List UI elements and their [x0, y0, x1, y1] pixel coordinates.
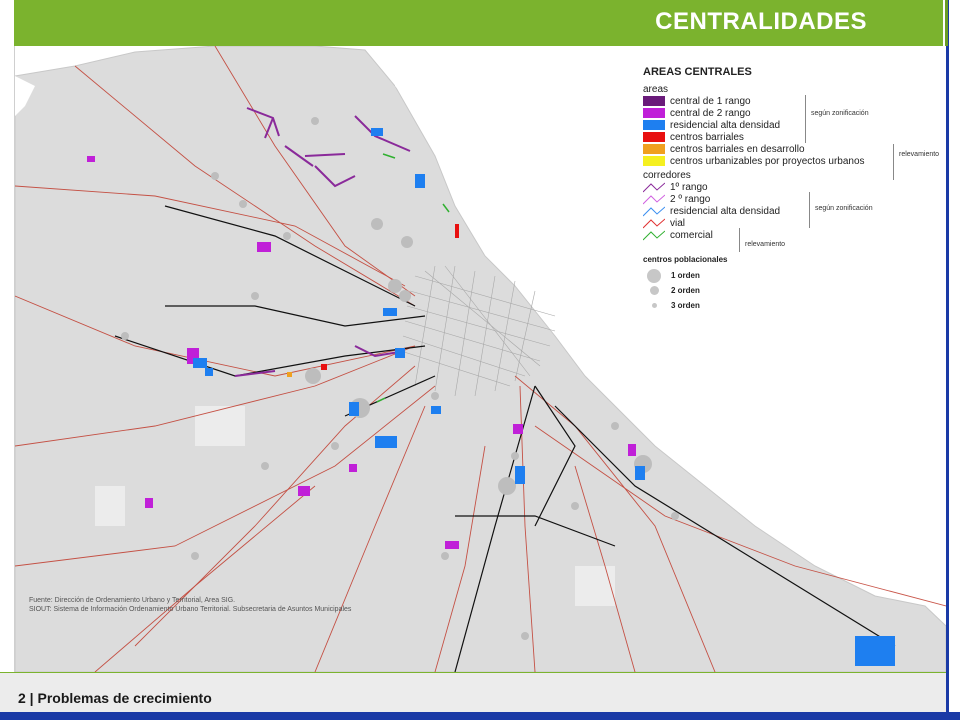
bottom-strip: [0, 712, 960, 720]
corridor-line-icon: [643, 206, 665, 216]
swatch: [643, 132, 665, 142]
pop-dot-icon: [647, 268, 661, 283]
note-zonificacion-2: según zonificación: [815, 205, 873, 212]
corridor-line-icon: [643, 230, 665, 240]
legend-corredores-title: corredores: [643, 170, 691, 181]
legend-corridor-label: comercial: [670, 229, 713, 241]
legend-block: AREAS CENTRALES areas central de 1 rango…: [643, 66, 865, 313]
pop-dot-icon: [650, 286, 659, 295]
swatch: [643, 120, 665, 130]
bracket: [739, 228, 740, 252]
map-gap: [575, 566, 615, 606]
legend-area-label: centros barriales: [670, 131, 744, 143]
legend-area-label: central de 2 rango: [670, 107, 751, 119]
map-gap: [95, 486, 125, 526]
swatch: [643, 144, 665, 154]
swatch: [643, 96, 665, 106]
swatch: [643, 156, 665, 166]
pop-dot-icon: [652, 303, 657, 308]
source-line-2: SIOUT: Sistema de Información Ordenamien…: [29, 606, 352, 613]
legend-corridor-row: vial: [643, 217, 865, 229]
title-edge: [945, 0, 948, 46]
legend-area-row: centros barriales: [643, 131, 865, 143]
legend-corridor-label: vial: [670, 217, 686, 229]
legend-area-label: centros urbanizables por proyectos urban…: [670, 155, 865, 167]
bracket: [805, 95, 806, 143]
legend-corridor-row: 2 º rango: [643, 193, 865, 205]
legend-pop-label: 3 orden: [671, 301, 700, 310]
legend-corridor-row: 1º rango: [643, 181, 865, 193]
legend-area-row: centros urbanizables por proyectos urban…: [643, 155, 865, 167]
bracket: [893, 144, 894, 180]
note-relevamiento: relevamiento: [899, 151, 940, 158]
footer-label: 2 | Problemas de crecimiento: [18, 690, 212, 706]
legend-title: AREAS CENTRALES: [643, 66, 752, 78]
legend-poblacionales-title: centros poblacionales: [643, 255, 728, 264]
legend-corridor-label: 2 º rango: [670, 193, 711, 205]
corridor-line-icon: [643, 182, 665, 192]
title-bar: CENTRALIDADES: [14, 0, 943, 46]
legend-area-label: central de 1 rango: [670, 95, 751, 107]
corridor-line-icon: [643, 194, 665, 204]
right-frame: [946, 0, 960, 712]
legend-corridor-row: comercial: [643, 229, 865, 241]
legend-pop-row: 3 orden: [643, 298, 865, 313]
left-margin: [0, 0, 14, 712]
legend-area-row: central de 1 rango: [643, 95, 865, 107]
legend-corridor-label: residencial alta densidad: [670, 205, 781, 217]
legend-area-row: residencial alta densidad: [643, 119, 865, 131]
legend-corridor-label: 1º rango: [670, 181, 708, 193]
corridor-line-icon: [643, 218, 665, 228]
footer-bar: 2 | Problemas de crecimiento: [0, 672, 946, 713]
legend-areas-title: areas: [643, 84, 669, 95]
source-line-1: Fuente: Dirección de Ordenamiento Urbano…: [29, 597, 236, 604]
legend-pop-row: 1 orden: [643, 268, 865, 283]
note-relevamiento-2: relevamiento: [745, 241, 786, 248]
bracket: [809, 192, 810, 228]
legend-area-label: centros barriales en desarrollo: [670, 143, 805, 155]
legend-area-row: centros barriales en desarrollo: [643, 143, 865, 155]
legend-pop-row: 2 orden: [643, 283, 865, 298]
legend-area-label: residencial alta densidad: [670, 119, 781, 131]
developing-centers: [287, 372, 292, 377]
swatch: [643, 108, 665, 118]
legend-pop-label: 1 orden: [671, 271, 700, 280]
page-title: CENTRALIDADES: [655, 8, 867, 35]
note-zonificacion: según zonificación: [811, 110, 869, 117]
legend-pop-label: 2 orden: [671, 286, 700, 295]
map-gap: [195, 406, 245, 446]
